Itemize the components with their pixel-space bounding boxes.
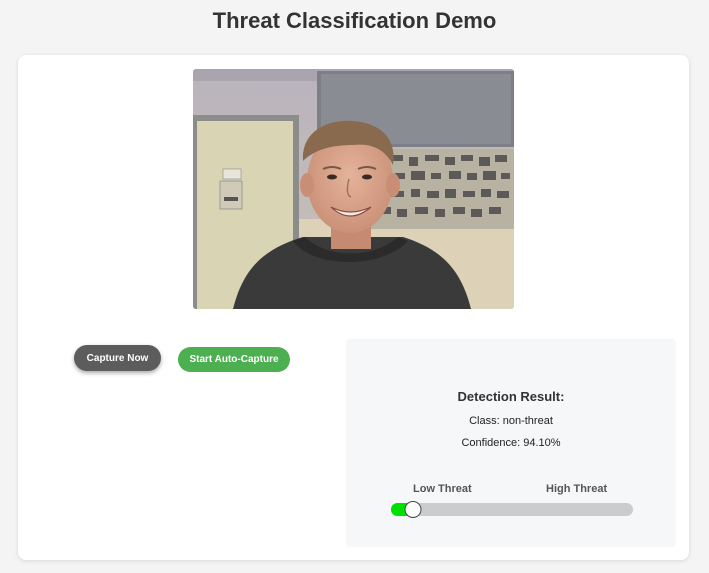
- threat-meter-knob: [404, 501, 422, 518]
- detection-result-heading: Detection Result:: [457, 389, 565, 404]
- low-threat-label: Low Threat: [413, 483, 472, 495]
- start-auto-capture-button[interactable]: Start Auto-Capture: [178, 347, 290, 372]
- main-card: Capture Now Start Auto-Capture Detection…: [18, 55, 689, 560]
- page-title: Threat Classification Demo: [212, 8, 497, 33]
- detection-result-panel: Detection Result: Class: non-threat Conf…: [346, 339, 676, 547]
- capture-now-button[interactable]: Capture Now: [74, 345, 161, 371]
- high-threat-label: High Threat: [546, 483, 608, 495]
- confidence-result-text: Confidence: 94.10%: [461, 437, 561, 449]
- threat-meter: [391, 501, 633, 518]
- webcam-video-feed: [193, 69, 514, 309]
- class-result-text: Class: non-threat: [469, 415, 553, 427]
